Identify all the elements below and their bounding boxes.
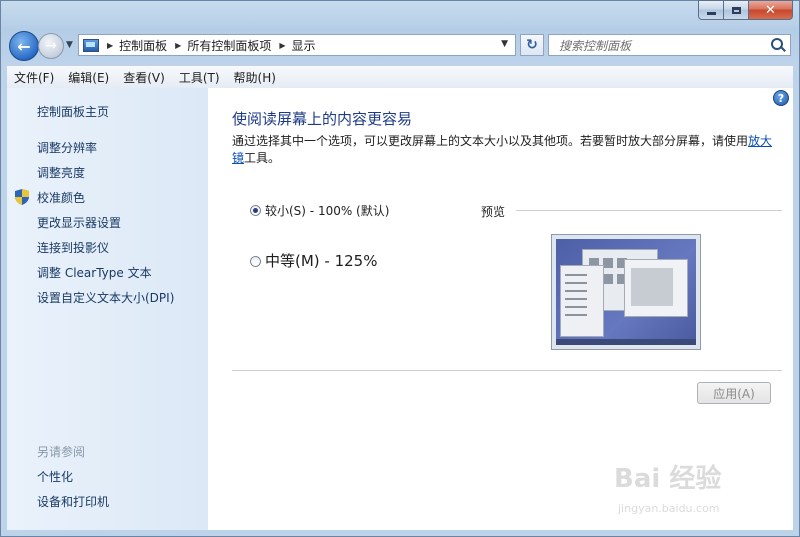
menu-edit[interactable]: 编辑(E) (61, 69, 116, 86)
menu-bar: 文件(F) 编辑(E) 查看(V) 工具(T) 帮助(H) (7, 65, 793, 88)
forward-arrow-icon: → (45, 38, 57, 54)
see-also-heading: 另请参阅 (37, 445, 86, 459)
menu-view[interactable]: 查看(V) (116, 69, 172, 86)
radio-medium[interactable] (250, 256, 261, 267)
window: ✕ ← → ▼ ▶ 控制面板 ▶ 所有控制面板项 ▶ 显示 ▼ ↻ 搜索控制面板… (0, 0, 800, 537)
navigation-bar: ← → ▼ ▶ 控制面板 ▶ 所有控制面板项 ▶ 显示 ▼ ↻ 搜索控制面板 (0, 30, 800, 62)
radio-smaller[interactable] (250, 205, 261, 216)
breadcrumb-control-panel[interactable]: 控制面板 (119, 37, 167, 54)
watermark-brand: Bai 经验 (614, 464, 722, 494)
sidebar-item-resolution[interactable]: 调整分辨率 (37, 139, 97, 156)
help-icon[interactable]: ? (773, 90, 789, 106)
back-button[interactable]: ← (9, 31, 39, 61)
preview-screen (556, 239, 696, 345)
watermark: Bai 经验 jingyan.baidu.com (614, 458, 764, 518)
sidebar-item-brightness[interactable]: 调整亮度 (37, 164, 85, 181)
search-placeholder: 搜索控制面板 (559, 38, 632, 53)
breadcrumb-display[interactable]: 显示 (292, 37, 316, 54)
watermark-url: jingyan.baidu.com (618, 502, 720, 515)
refresh-button[interactable]: ↻ (520, 34, 544, 56)
menu-file[interactable]: 文件(F) (7, 69, 61, 86)
breadcrumb-all-items[interactable]: 所有控制面板项 (187, 37, 271, 54)
recent-pages-dropdown[interactable]: ▼ (66, 40, 73, 50)
option-medium-label[interactable]: 中等(M) - 125% (265, 250, 377, 271)
menu-tools[interactable]: 工具(T) (172, 69, 227, 86)
preview-label: 预览 (481, 205, 506, 219)
page-description: 通过选择其中一个选项，可以更改屏幕上的文本大小以及其他项。若要暂时放大部分屏幕，… (232, 133, 780, 167)
apply-button[interactable]: 应用(A) (697, 382, 771, 404)
see-also-devices-printers[interactable]: 设备和打印机 (37, 493, 109, 510)
search-input[interactable]: 搜索控制面板 (548, 34, 791, 56)
menu-help[interactable]: 帮助(H) (227, 69, 283, 86)
sidebar-item-projector[interactable]: 连接到投影仪 (37, 239, 109, 256)
preview-divider (516, 210, 782, 211)
breadcrumb-separator-icon[interactable]: ▶ (279, 41, 285, 50)
sidebar: 控制面板主页 调整分辨率 调整亮度 校准颜色 更改显示器设置 连接到投影仪 调整… (7, 88, 208, 530)
maximize-icon (731, 6, 741, 14)
caption-buttons: ✕ (698, 0, 793, 20)
address-bar[interactable]: ▶ 控制面板 ▶ 所有控制面板项 ▶ 显示 ▼ (78, 34, 516, 56)
sidebar-home-link[interactable]: 控制面板主页 (37, 103, 109, 120)
control-panel-icon (83, 38, 99, 52)
back-arrow-icon: ← (17, 36, 31, 56)
sidebar-item-custom-dpi[interactable]: 设置自定义文本大小(DPI) (37, 289, 174, 306)
search-icon[interactable] (770, 38, 784, 52)
breadcrumb-separator-icon[interactable]: ▶ (107, 41, 113, 50)
uac-shield-icon (15, 189, 29, 205)
preview-monitor-image (551, 234, 701, 350)
breadcrumb-separator-icon[interactable]: ▶ (175, 41, 181, 50)
minimize-icon (706, 11, 716, 15)
option-smaller-label[interactable]: 较小(S) - 100% (默认) (265, 202, 389, 219)
see-also-personalization[interactable]: 个性化 (37, 468, 73, 485)
description-text: 通过选择其中一个选项，可以更改屏幕上的文本大小以及其他项。若要暂时放大部分屏幕，… (232, 134, 749, 148)
preview-window (560, 265, 604, 337)
minimize-button[interactable] (698, 0, 724, 20)
close-button[interactable]: ✕ (749, 0, 793, 20)
address-dropdown-icon[interactable]: ▼ (501, 39, 508, 49)
sidebar-item-calibrate-color[interactable]: 校准颜色 (37, 189, 85, 206)
sidebar-item-display-settings[interactable]: 更改显示器设置 (37, 214, 121, 231)
preview-window (624, 259, 688, 317)
forward-button[interactable]: → (38, 33, 64, 59)
description-text-end: 工具。 (244, 151, 281, 165)
sidebar-item-cleartype[interactable]: 调整 ClearType 文本 (37, 264, 152, 281)
section-divider (232, 370, 782, 371)
page-title: 使阅读屏幕上的内容更容易 (232, 110, 413, 128)
refresh-icon: ↻ (526, 37, 538, 53)
preview-taskbar (556, 339, 696, 345)
maximize-button[interactable] (724, 0, 749, 20)
